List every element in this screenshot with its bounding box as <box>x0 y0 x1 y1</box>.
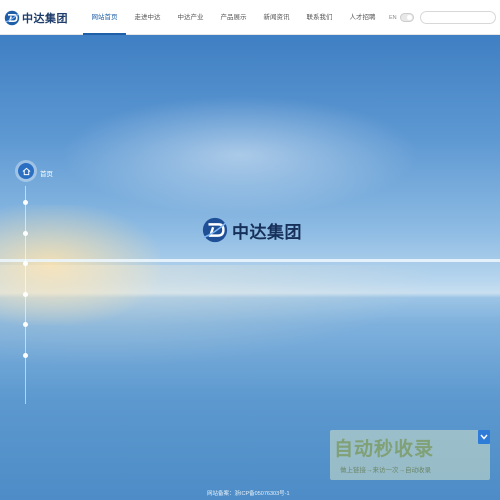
chevron-down-icon <box>480 434 488 440</box>
side-nav-dot[interactable] <box>23 261 28 266</box>
nav-item-home[interactable]: 网站首页 <box>83 0 126 35</box>
site-logo[interactable]: 中达集团 <box>4 9 68 27</box>
watermark-subtitle: 做上链接→来访一次→自动收录 <box>340 467 431 474</box>
brand-text: 中达集团 <box>232 222 302 242</box>
logo-text: 中达集团 <box>22 13 68 25</box>
nav-item-about[interactable]: 走进中达 <box>126 0 169 35</box>
lang-toggle[interactable] <box>399 13 414 22</box>
logo-icon <box>4 10 20 26</box>
hero-brand: 中达集团 <box>201 216 302 244</box>
watermark-title: 自动秒收录 <box>334 439 435 460</box>
side-nav-dot[interactable] <box>23 322 28 327</box>
water-reflection <box>0 265 500 385</box>
scroll-down-button[interactable] <box>478 430 490 444</box>
lang-en-label: EN <box>389 14 397 21</box>
side-nav-dot[interactable] <box>23 352 28 358</box>
side-nav-home-label[interactable]: 首页 <box>40 168 53 178</box>
nav-item-careers[interactable]: 人才招聘 <box>341 0 384 35</box>
language-switch[interactable]: EN <box>389 12 414 23</box>
side-nav-dot[interactable] <box>23 200 28 205</box>
side-nav-dot[interactable] <box>23 230 28 236</box>
watermark-overlay: 自动秒收录 做上链接→来访一次→自动收录 <box>330 430 490 480</box>
nav-item-news[interactable]: 新闻资讯 <box>255 0 298 35</box>
nav-item-contact[interactable]: 联系我们 <box>298 0 341 35</box>
top-header: 中达集团 网站首页 走进中达 中达产业 产品展示 新闻资讯 联系我们 人才招聘 … <box>0 0 500 35</box>
nav-item-products[interactable]: 产品展示 <box>212 0 255 35</box>
search-input[interactable] <box>420 11 496 24</box>
brand-logo-icon <box>202 217 228 243</box>
side-nav-home[interactable] <box>15 160 37 182</box>
sky-clouds <box>60 95 420 215</box>
side-nav-dot[interactable] <box>23 291 28 297</box>
horizon-line <box>0 259 500 262</box>
icp-record[interactable]: 网站备案：浙ICP备05076303号-1 <box>207 489 290 497</box>
nav-item-industry[interactable]: 中达产业 <box>169 0 212 35</box>
main-nav: 网站首页 走进中达 中达产业 产品展示 新闻资讯 联系我们 人才招聘 <box>83 0 384 35</box>
home-icon <box>18 163 34 179</box>
